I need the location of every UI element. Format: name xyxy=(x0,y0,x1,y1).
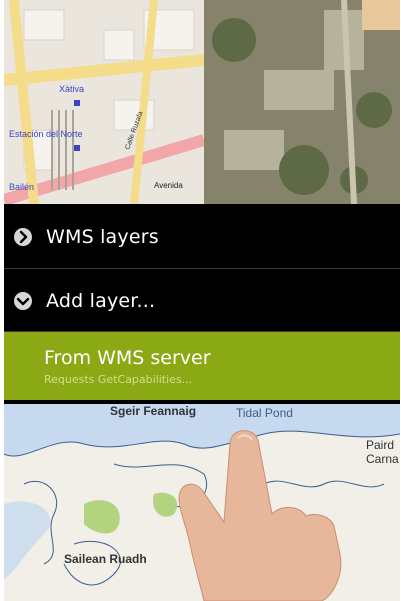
chevron-right-icon xyxy=(14,228,32,246)
from-wms-server-subtitle: Requests GetCapabilities... xyxy=(44,372,193,386)
label-xativa: Xàtiva xyxy=(59,84,84,94)
coastal-map xyxy=(4,404,400,601)
label-estacion: Estación del Norte xyxy=(9,129,83,139)
label-avenida: Avenida xyxy=(154,181,183,190)
street-map-preview: Xàtiva Estación del Norte Bailén Avenida… xyxy=(4,0,204,204)
wms-layers-label: WMS layers xyxy=(46,226,159,248)
screen: Xàtiva Estación del Norte Bailén Avenida… xyxy=(4,0,400,601)
label-sailean-ruadh: Sailean Ruadh xyxy=(64,552,147,566)
wms-layers-item[interactable]: WMS layers xyxy=(4,206,400,268)
label-bailen: Bailén xyxy=(9,182,34,192)
add-layer-item[interactable]: Add layer... xyxy=(4,270,400,332)
label-tidal-pond: Tidal Pond xyxy=(236,406,293,420)
from-wms-server-title: From WMS server xyxy=(44,346,211,369)
add-layer-label: Add layer... xyxy=(46,290,156,312)
label-sgeir-feannaig: Sgeir Feannaig xyxy=(110,404,197,418)
layer-menu: WMS layers Add layer... From WMS server … xyxy=(4,204,400,404)
menu-divider xyxy=(4,268,400,269)
chevron-down-icon xyxy=(14,292,32,310)
satellite-map-preview xyxy=(204,0,400,204)
map-previews: Xàtiva Estación del Norte Bailén Avenida… xyxy=(4,0,400,204)
from-wms-server-item[interactable]: From WMS server Requests GetCapabilities… xyxy=(4,332,400,400)
touch-map-preview: Sgeir Feannaig Tidal Pond Paird Carna Sa… xyxy=(4,404,400,601)
label-paird-carna: Paird Carna xyxy=(366,438,399,466)
